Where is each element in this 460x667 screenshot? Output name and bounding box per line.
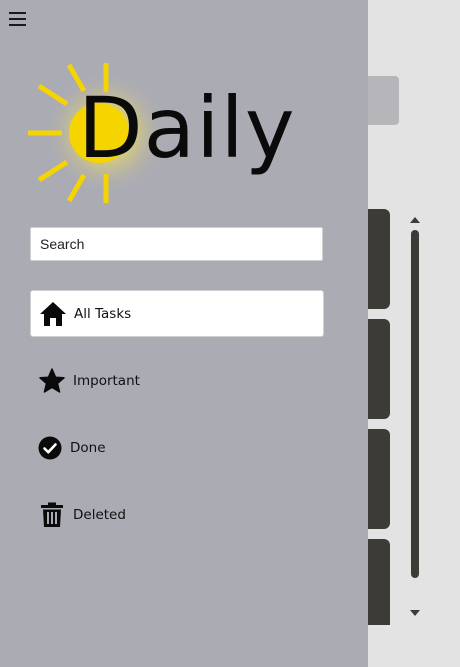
search-input[interactable] [30, 227, 323, 261]
trash-icon [38, 501, 66, 529]
nav-item-important[interactable]: Important [30, 357, 324, 404]
nav-item-label: Deleted [73, 506, 126, 523]
app-logo-text: Daily [78, 79, 296, 177]
navigation-drawer: Daily All Tasks Important [0, 0, 368, 667]
home-icon [39, 300, 67, 328]
nav-item-label: Important [73, 372, 140, 389]
app-logo: Daily [26, 58, 316, 208]
scroll-down-arrow-icon[interactable] [410, 610, 420, 616]
hamburger-menu-icon[interactable] [9, 9, 27, 29]
nav-item-label: All Tasks [74, 305, 132, 322]
scroll-up-arrow-icon[interactable] [410, 217, 420, 223]
star-icon [38, 367, 66, 395]
nav-item-done[interactable]: Done [30, 424, 324, 471]
check-circle-icon [38, 434, 62, 462]
nav-item-all-tasks[interactable]: All Tasks [30, 290, 324, 337]
nav-item-deleted[interactable]: Deleted [30, 491, 324, 538]
scrollbar[interactable] [411, 230, 419, 578]
nav-item-label: Done [70, 439, 106, 456]
app-window: Daily All Tasks Important [0, 0, 460, 667]
